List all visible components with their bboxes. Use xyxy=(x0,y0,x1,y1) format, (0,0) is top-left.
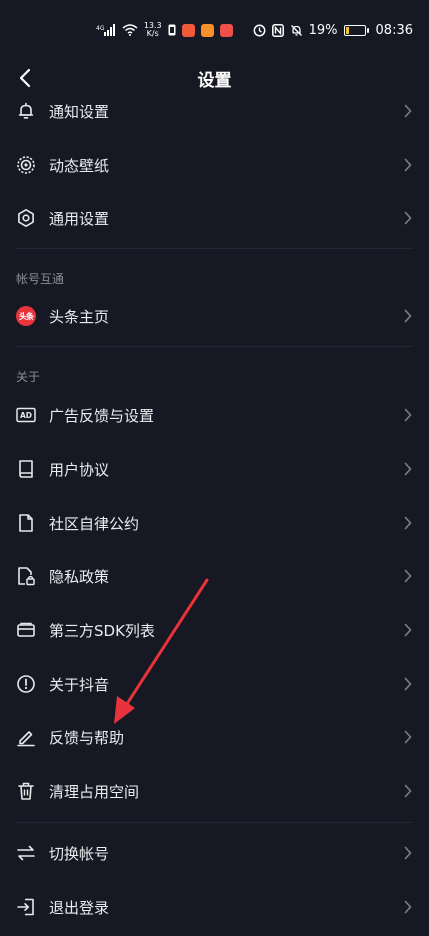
menu-item-label: 动态壁纸 xyxy=(49,156,110,175)
battery-icon xyxy=(343,24,369,36)
chevron-right-icon xyxy=(403,900,413,914)
mute-icon xyxy=(290,23,303,37)
pen-icon xyxy=(16,727,36,747)
menu-item-general[interactable]: 通用设置 xyxy=(0,191,429,245)
chevron-right-icon xyxy=(403,516,413,530)
net-speed-unit: K/s xyxy=(146,29,159,38)
ad-icon: AD xyxy=(16,405,36,425)
swap-icon xyxy=(16,843,36,863)
menu-item-label: 第三方SDK列表 xyxy=(49,621,155,640)
menu-item-label: 清理占用空间 xyxy=(49,782,140,801)
section-title-about: 关于 xyxy=(16,370,41,384)
divider xyxy=(16,346,413,347)
divider xyxy=(16,822,413,823)
menu-item-label: 广告反馈与设置 xyxy=(49,406,155,425)
battery-level xyxy=(345,26,350,34)
app-notification-icon xyxy=(181,23,195,37)
menu-item-agreement[interactable]: 用户协议 xyxy=(0,442,429,496)
chevron-right-icon xyxy=(403,784,413,798)
wifi-icon xyxy=(122,23,138,37)
menu-item-label: 退出登录 xyxy=(49,898,110,917)
menu-item-label: 反馈与帮助 xyxy=(49,728,125,747)
menu-item-label: 用户协议 xyxy=(49,460,110,479)
menu-item-clear[interactable]: 清理占用空间 xyxy=(0,764,429,818)
book-icon xyxy=(16,459,36,479)
chevron-right-icon xyxy=(403,623,413,637)
menu-item-about-douyin[interactable]: 关于抖音 xyxy=(0,657,429,711)
bell-icon xyxy=(16,101,36,121)
menu-item-ad[interactable]: AD 广告反馈与设置 xyxy=(0,388,429,442)
chevron-right-icon xyxy=(403,846,413,860)
menu-item-label: 切换帐号 xyxy=(49,844,110,863)
chevron-right-icon xyxy=(403,408,413,422)
svg-text:4G: 4G xyxy=(96,25,105,32)
menu-item-notify[interactable]: 通知设置 xyxy=(0,84,429,138)
chevron-right-icon xyxy=(403,309,413,323)
info-icon xyxy=(16,674,36,694)
menu-item-feedback[interactable]: 反馈与帮助 xyxy=(0,710,429,764)
menu-item-switch-account[interactable]: 切换帐号 xyxy=(0,826,429,880)
menu-item-toutiao[interactable]: 头条 头条主页 xyxy=(0,289,429,343)
menu-item-label: 头条主页 xyxy=(49,307,110,326)
menu-item-label: 通知设置 xyxy=(49,102,110,121)
menu-item-wallpaper[interactable]: 动态壁纸 xyxy=(0,138,429,192)
chevron-right-icon xyxy=(403,211,413,225)
chevron-right-icon xyxy=(403,158,413,172)
toutiao-logo: 头条 xyxy=(16,306,36,326)
gear-icon xyxy=(16,208,36,228)
alarm-icon xyxy=(253,23,266,37)
lock-document-icon xyxy=(16,566,36,586)
chevron-right-icon xyxy=(403,104,413,118)
message-app-notification-icon xyxy=(219,23,233,37)
menu-item-logout[interactable]: 退出登录 xyxy=(0,880,429,934)
logout-icon xyxy=(16,897,36,917)
toutiao-badge: 头条 xyxy=(16,306,36,326)
section-title-account: 帐号互通 xyxy=(16,272,65,286)
video-app-notification-icon xyxy=(200,23,214,37)
battery-percent: 19% xyxy=(308,22,338,38)
document-icon xyxy=(16,513,36,533)
menu-item-community[interactable]: 社区自律公约 xyxy=(0,496,429,550)
chevron-right-icon xyxy=(403,730,413,744)
net-speed: 13.3 K/s xyxy=(144,19,162,41)
sim-icon xyxy=(168,23,176,37)
nfc-icon xyxy=(271,23,284,37)
ad-badge-text: AD xyxy=(20,411,32,420)
chevron-right-icon xyxy=(403,569,413,583)
menu-item-label: 关于抖音 xyxy=(49,675,110,694)
status-bar: 4G 13.3 K/s 19% 08:36 xyxy=(0,0,429,60)
wallpaper-icon xyxy=(16,155,36,175)
wallet-icon xyxy=(16,620,36,640)
trash-icon xyxy=(16,781,36,801)
clock: 08:36 xyxy=(375,22,413,38)
menu-item-label: 隐私政策 xyxy=(49,567,110,586)
signal-icon: 4G xyxy=(96,23,116,37)
divider xyxy=(16,248,413,249)
menu-item-sdk[interactable]: 第三方SDK列表 xyxy=(0,603,429,657)
chevron-right-icon xyxy=(403,677,413,691)
menu-item-label: 通用设置 xyxy=(49,209,110,228)
menu-item-privacy[interactable]: 隐私政策 xyxy=(0,549,429,603)
chevron-right-icon xyxy=(403,462,413,476)
menu-item-label: 社区自律公约 xyxy=(49,514,140,533)
